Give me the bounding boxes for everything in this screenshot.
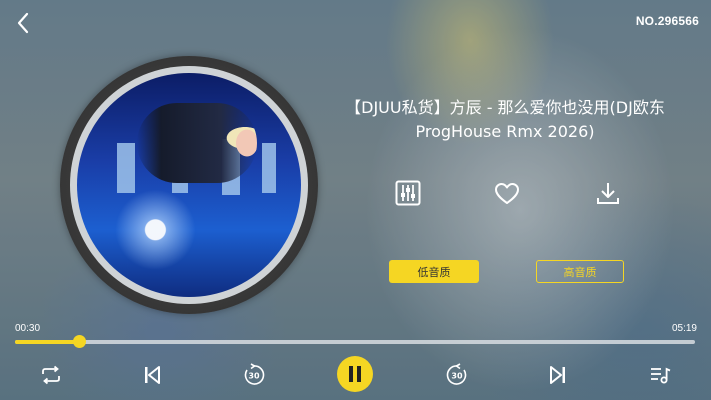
chevron-left-icon: [17, 12, 29, 34]
forward-30-icon: 30: [446, 363, 467, 385]
pause-button[interactable]: [337, 356, 373, 392]
next-track-button[interactable]: [544, 361, 572, 389]
cover-performer-figure: [137, 103, 257, 183]
cover-stage-panel: [262, 143, 276, 193]
rewind-30-button[interactable]: 30: [240, 361, 268, 389]
cover-stage-panel: [117, 143, 135, 193]
progress-thumb[interactable]: [72, 335, 86, 348]
download-icon: [597, 183, 619, 204]
progress-fill: [15, 340, 79, 344]
heart-icon: [495, 183, 519, 204]
forward-seconds-label: 30: [451, 372, 463, 381]
equalizer-button[interactable]: [393, 178, 423, 208]
track-serial-number: NO.296566: [635, 14, 699, 28]
album-cover-art: [77, 73, 301, 297]
skip-next-icon: [550, 366, 565, 384]
pause-icon: [349, 366, 361, 382]
download-button[interactable]: [593, 178, 623, 208]
low-quality-button[interactable]: 低音质: [389, 260, 479, 283]
playlist-icon: [651, 367, 671, 384]
song-title: 【DJUU私货】方辰 - 那么爱你也没用(DJ欧东ProgHouse Rmx 2…: [345, 98, 665, 141]
album-disc: [60, 56, 318, 314]
forward-30-button[interactable]: 30: [443, 361, 471, 389]
high-quality-button[interactable]: 高音质: [536, 260, 624, 283]
back-button[interactable]: [10, 10, 36, 36]
previous-track-button[interactable]: [138, 361, 166, 389]
rewind-30-icon: 30: [244, 363, 265, 385]
rewind-seconds-label: 30: [248, 372, 260, 381]
total-duration: 05:19: [671, 323, 697, 334]
current-time: 00:30: [15, 323, 41, 334]
skip-previous-icon: [145, 366, 160, 384]
like-button[interactable]: [493, 180, 521, 208]
progress-bar[interactable]: [15, 335, 695, 348]
repeat-icon: [42, 365, 60, 385]
playlist-button[interactable]: [646, 361, 674, 389]
repeat-button[interactable]: [37, 361, 65, 389]
equalizer-icon: [395, 180, 421, 206]
